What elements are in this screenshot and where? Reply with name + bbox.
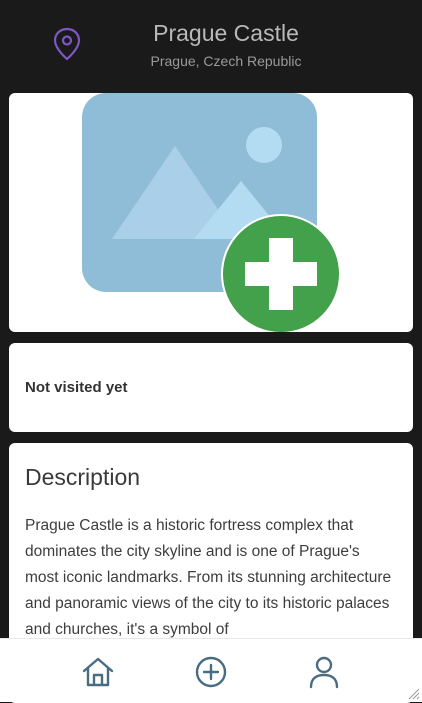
add-photo-plus-icon[interactable] — [9, 93, 413, 332]
image-card[interactable] — [9, 93, 413, 332]
visit-status-text: Not visited yet — [25, 379, 128, 396]
description-heading: Description — [25, 464, 141, 490]
page-title: Prague Castle — [153, 20, 299, 46]
description-text: Prague Castle is a historic fortress com… — [25, 517, 392, 638]
bottom-navigation — [0, 638, 422, 702]
home-icon[interactable] — [81, 655, 115, 689]
app-header: Prague Castle Prague, Czech Republic — [0, 0, 422, 88]
resize-handle-icon[interactable] — [408, 688, 420, 700]
page-subtitle: Prague, Czech Republic — [150, 53, 302, 69]
add-circle-icon[interactable] — [194, 655, 228, 689]
user-icon[interactable] — [307, 655, 341, 689]
visit-status-card: Not visited yet — [9, 343, 413, 432]
